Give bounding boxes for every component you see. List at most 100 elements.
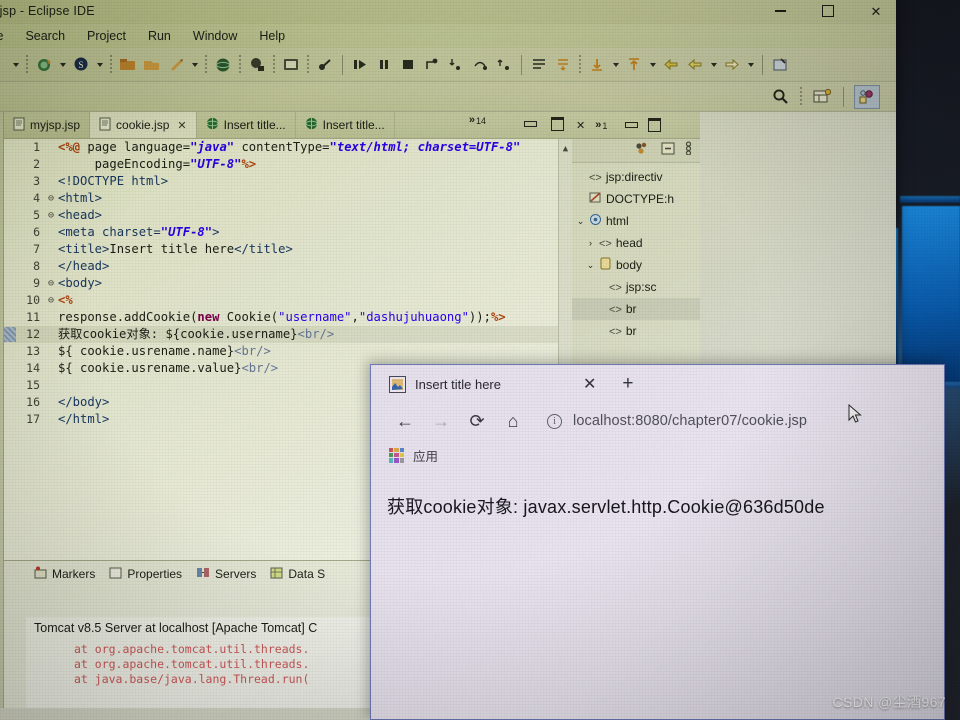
- skip-breakpoints-icon[interactable]: [314, 54, 336, 76]
- forward-history-icon[interactable]: [721, 54, 743, 76]
- fold-marker[interactable]: ⊖: [46, 190, 56, 207]
- bottom-tab-markers[interactable]: Markers: [34, 566, 95, 582]
- search-icon[interactable]: [769, 86, 791, 108]
- menu-item-project[interactable]: Project: [76, 29, 137, 43]
- run-on-server-icon[interactable]: [246, 54, 268, 76]
- code-line[interactable]: 8 </head>: [4, 258, 572, 275]
- debug-icon[interactable]: [33, 54, 55, 76]
- code-line[interactable]: 2 pageEncoding="UTF-8"%>: [4, 156, 572, 173]
- browser-tab-close-icon[interactable]: ✕: [583, 374, 596, 394]
- bottom-tab-data-source[interactable]: Data S: [270, 566, 325, 582]
- outline-node[interactable]: <> br: [572, 298, 700, 320]
- minimize-button[interactable]: [772, 3, 788, 19]
- step-return-icon[interactable]: [493, 54, 515, 76]
- outline-node[interactable]: DOCTYPE:h: [572, 188, 700, 210]
- next-marker-dropdown-icon[interactable]: [610, 54, 621, 76]
- menu-item-search[interactable]: Search: [14, 29, 76, 43]
- code-line[interactable]: 13 ${ cookie.usrename.name}<br/>: [4, 343, 572, 360]
- editor-tab-myjsp[interactable]: myjsp.jsp: [4, 112, 91, 138]
- suspend-icon[interactable]: [373, 54, 395, 76]
- outline-node[interactable]: ⌄ html: [572, 210, 700, 232]
- maximize-button[interactable]: [820, 3, 836, 19]
- site-info-icon[interactable]: i: [547, 413, 562, 429]
- bottom-tab-servers[interactable]: Servers: [196, 566, 256, 582]
- outline-maximize-button[interactable]: [648, 118, 661, 132]
- bottom-tab-properties[interactable]: Properties: [109, 566, 182, 582]
- debug-dropdown-icon[interactable]: [57, 54, 68, 76]
- code-line[interactable]: 4 ⊖ <html>: [4, 190, 572, 207]
- fold-marker[interactable]: ⊖: [46, 275, 56, 292]
- menu-item-window[interactable]: Window: [182, 29, 248, 43]
- pin-editor-icon[interactable]: [769, 54, 791, 76]
- editor-maximize-button[interactable]: [551, 117, 564, 131]
- tree-twisty-icon[interactable]: ⌄: [586, 260, 595, 271]
- code-line[interactable]: 10 ⊖ <%: [4, 292, 572, 309]
- new-folder-icon[interactable]: [117, 54, 139, 76]
- view-menu-icon[interactable]: [685, 141, 692, 160]
- fold-marker[interactable]: ⊖: [46, 292, 56, 309]
- editor-tab-insert-title-2[interactable]: Insert title...: [296, 112, 395, 138]
- disconnect-icon[interactable]: [421, 54, 443, 76]
- tree-twisty-icon[interactable]: ⌄: [576, 216, 585, 227]
- new-dropdown-icon[interactable]: [189, 54, 200, 76]
- collapse-all-icon[interactable]: [661, 142, 675, 160]
- home-icon[interactable]: ⌂: [495, 406, 531, 436]
- close-button[interactable]: ✕: [868, 3, 884, 19]
- step-over-icon[interactable]: [469, 54, 491, 76]
- code-line[interactable]: 12 获取cookie对象: ${cookie.username}<br/>: [4, 326, 572, 343]
- previous-marker-icon[interactable]: [623, 54, 645, 76]
- sort-icon[interactable]: [635, 142, 651, 160]
- open-folder-icon[interactable]: [141, 54, 163, 76]
- code-line[interactable]: 1 <%@ page language="java" contentType="t…: [4, 139, 572, 156]
- server-icon[interactable]: S: [70, 54, 92, 76]
- editor-tab-overflow[interactable]: » 14: [469, 114, 486, 126]
- code-line[interactable]: 6 <meta charset="UTF-8">: [4, 224, 572, 241]
- console-icon[interactable]: [280, 54, 302, 76]
- step-into-icon[interactable]: [445, 54, 467, 76]
- editor-tab-cookie[interactable]: cookie.jsp ✕: [90, 112, 197, 138]
- editor-tab-insert-title-1[interactable]: Insert title...: [197, 112, 296, 138]
- previous-marker-dropdown-icon[interactable]: [647, 54, 658, 76]
- code-line[interactable]: 9 ⊖ <body>: [4, 275, 572, 292]
- outline-node[interactable]: <> jsp:sc: [572, 276, 700, 298]
- outline-overflow[interactable]: » 1: [595, 119, 607, 131]
- search-references-icon[interactable]: [528, 54, 550, 76]
- code-line[interactable]: 3 <!DOCTYPE html>: [4, 173, 572, 190]
- menu-item-navigate[interactable]: te: [0, 29, 14, 43]
- editor-minimize-button[interactable]: [524, 121, 537, 127]
- menu-item-help[interactable]: Help: [248, 29, 296, 43]
- code-line[interactable]: 5 ⊖ <head>: [4, 207, 572, 224]
- bookmark-apps-label[interactable]: 应用: [413, 446, 438, 465]
- run-web-icon[interactable]: [212, 54, 234, 76]
- reload-icon[interactable]: ⟳: [459, 406, 495, 436]
- forward-icon[interactable]: →: [423, 406, 459, 436]
- close-icon[interactable]: ✕: [177, 119, 186, 132]
- scroll-up-arrow[interactable]: ▲: [559, 141, 572, 158]
- outline-node[interactable]: <> jsp:directiv: [572, 166, 700, 188]
- address-bar[interactable]: i localhost:8080/chapter07/cookie.jsp: [547, 413, 807, 429]
- back-history-2-icon[interactable]: [684, 54, 706, 76]
- save-icon[interactable]: [0, 54, 8, 76]
- save-dropdown-icon[interactable]: [10, 54, 21, 76]
- server-dropdown-icon[interactable]: [94, 54, 105, 76]
- menu-item-run[interactable]: Run: [137, 29, 182, 43]
- code-line[interactable]: 7 <title>Insert title here</title>: [4, 241, 572, 258]
- back-history-icon[interactable]: [660, 54, 682, 76]
- outline-node[interactable]: <> br: [572, 320, 700, 342]
- outline-close-icon[interactable]: ✕: [576, 119, 585, 132]
- outline-node[interactable]: › <> head: [572, 232, 700, 254]
- outline-minimize-button[interactable]: [625, 122, 638, 128]
- back-dropdown-icon[interactable]: [708, 54, 719, 76]
- terminate-icon[interactable]: [397, 54, 419, 76]
- back-icon[interactable]: ←: [387, 406, 423, 436]
- next-marker-icon[interactable]: [586, 54, 608, 76]
- tree-twisty-icon[interactable]: ›: [586, 238, 595, 248]
- resume-icon[interactable]: [349, 54, 371, 76]
- apps-grid-icon[interactable]: [389, 447, 404, 463]
- outline-node[interactable]: ⌄ body: [572, 254, 700, 276]
- browser-tab[interactable]: Insert title here: [389, 375, 501, 393]
- new-tab-icon[interactable]: +: [622, 373, 633, 395]
- active-perspective-button[interactable]: [854, 84, 880, 109]
- next-annotation-icon[interactable]: [552, 54, 574, 76]
- code-line[interactable]: 11 response.addCookie(new Cookie("usernam…: [4, 309, 572, 326]
